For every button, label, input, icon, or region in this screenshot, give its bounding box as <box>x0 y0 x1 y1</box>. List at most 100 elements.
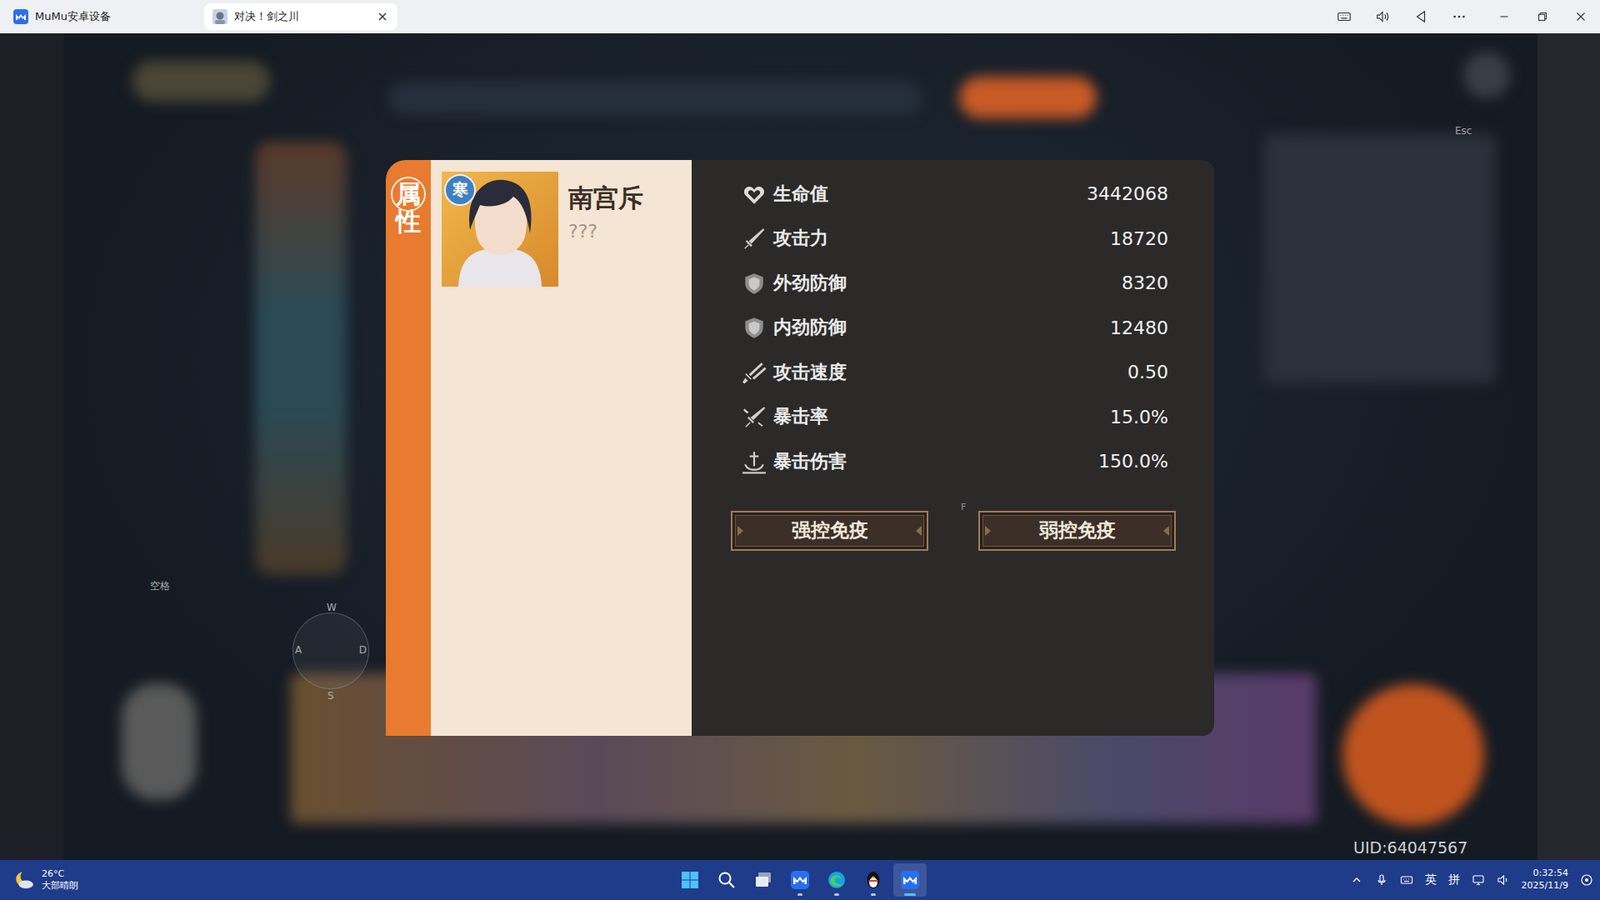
double-sword-icon <box>741 360 767 385</box>
menu-key-hint: Esc <box>1455 125 1472 137</box>
stat-row: 攻击力 18720 <box>741 216 1169 262</box>
qq-penguin-icon <box>863 870 884 890</box>
temperature: 26°C <box>41 868 79 880</box>
hero-portrait: 寒 <box>441 171 559 287</box>
volume-icon[interactable] <box>1496 873 1510 887</box>
movement-joystick[interactable]: WADS <box>292 612 370 690</box>
show-hidden-icons-icon[interactable] <box>1350 873 1364 887</box>
taskbar-app[interactable] <box>673 863 707 897</box>
tab-label: 对决！剑之川 <box>234 9 371 25</box>
microphone-icon[interactable] <box>1375 873 1389 887</box>
mumu-app-icon <box>900 870 920 890</box>
close-window-button[interactable] <box>1561 0 1600 34</box>
more-button[interactable] <box>1440 0 1479 34</box>
running-indicator <box>797 893 803 896</box>
stat-value: 15.0% <box>835 406 1169 428</box>
immunity-button[interactable]: 弱控免疫 <box>978 510 1176 551</box>
stat-label: 攻击速度 <box>773 360 847 385</box>
hero-card: 寒南宫斥??? <box>430 160 692 736</box>
mumu-logo-icon <box>13 9 29 25</box>
restore-icon <box>1535 9 1550 25</box>
stat-row: 生命值 3442068 <box>741 171 1169 217</box>
game-view: 属性寒南宫斥???生命值3442068攻击力18720外劲防御8320内劲防御1… <box>63 33 1538 860</box>
shield-icon <box>741 315 767 340</box>
stat-label: 内劲防御 <box>773 315 847 340</box>
taskbar-app[interactable] <box>746 863 780 897</box>
minimize-icon <box>1496 9 1512 25</box>
keyboard-icon <box>1336 9 1352 25</box>
stat-value: 18720 <box>835 228 1169 250</box>
blurred-info-panel <box>1263 133 1497 384</box>
window-tab[interactable]: 对决！剑之川 <box>204 3 398 30</box>
notification-icon[interactable] <box>1580 873 1594 887</box>
touch-keyboard-icon[interactable] <box>1400 873 1414 887</box>
input-language[interactable]: 英 <box>1425 872 1437 888</box>
key-right: D <box>359 644 367 656</box>
stat-value: 3442068 <box>835 183 1169 205</box>
title-bar: MuMu安卓设备 对决！剑之川 <box>0 0 1600 34</box>
blurred-orange-button <box>959 76 1097 119</box>
running-indicator <box>904 893 916 896</box>
blurred-logo <box>132 60 270 102</box>
blurred-hero-list <box>255 141 347 575</box>
stat-label: 暴击率 <box>773 404 829 430</box>
window-tab[interactable]: MuMu安卓设备 <box>0 3 205 30</box>
taskbar-app[interactable] <box>893 863 927 897</box>
interact-key-hint: F <box>960 501 966 513</box>
restore-button[interactable] <box>1523 0 1562 34</box>
shield-icon <box>741 270 767 296</box>
stat-label: 外劲防御 <box>773 270 847 296</box>
taskbar: 26°C大部晴朗 英拼 0:32:542025/11/9 <box>0 860 1600 900</box>
stat-row: 外劲防御8320 <box>741 260 1169 306</box>
blurred-start-button <box>1342 684 1485 826</box>
blurred-nav-bar <box>388 81 922 115</box>
back-button[interactable] <box>1401 0 1440 34</box>
input-mode[interactable]: 拼 <box>1448 872 1460 888</box>
stat-label: 攻击力 <box>773 225 829 251</box>
stat-value: 150.0% <box>853 450 1169 472</box>
keyboard-button[interactable] <box>1325 0 1364 34</box>
emulator-area: 属性寒南宫斥???生命值3442068攻击力18720外劲防御8320内劲防御1… <box>0 33 1600 860</box>
stat-label: 生命值 <box>773 181 829 207</box>
blurred-portrait <box>121 683 197 800</box>
right-border <box>1537 33 1600 860</box>
stat-row: 攻击速度 0.50 <box>741 350 1169 395</box>
stat-value: 0.50 <box>853 361 1169 383</box>
more-dots-icon <box>1451 9 1467 25</box>
speaker-icon <box>1375 9 1390 25</box>
anchor-icon <box>741 449 767 475</box>
weather-condition: 大部晴朗 <box>41 880 79 892</box>
clock[interactable]: 0:32:542025/11/9 <box>1521 867 1569 893</box>
attribute-side-tab[interactable]: 属性 <box>385 160 431 736</box>
immunity-button[interactable]: 强控免疫 <box>730 510 929 551</box>
game-avatar-icon <box>212 9 228 25</box>
stat-row: 内劲防御12480 <box>741 305 1169 351</box>
side-tab-label: 属性 <box>395 180 421 235</box>
moon-cloud-icon <box>13 869 35 891</box>
taskbar-app[interactable] <box>783 863 817 897</box>
close-icon <box>1573 9 1589 25</box>
mumu-app-icon <box>790 870 810 890</box>
taskbar-app[interactable] <box>820 863 854 897</box>
blurred-menu-button <box>1463 51 1510 99</box>
stat-row: 暴击伤害 150.0% <box>741 439 1169 485</box>
back-triangle-icon <box>1413 9 1429 25</box>
sword-icon <box>741 225 767 251</box>
screen: MuMu安卓设备 对决！剑之川属性寒南宫斥??? 生命值 3442068 攻击力 1872… <box>0 0 1600 900</box>
clock-time: 0:32:54 <box>1533 867 1569 880</box>
volume-button[interactable] <box>1363 0 1402 34</box>
taskbar-app[interactable] <box>856 863 890 897</box>
left-border <box>0 33 64 860</box>
task-view-icon <box>753 870 774 890</box>
close-tab-icon[interactable] <box>377 11 388 22</box>
attribute-dialog: 属性寒南宫斥???生命值3442068攻击力18720外劲防御8320内劲防御1… <box>385 160 1215 736</box>
clock-date: 2025/11/9 <box>1521 880 1569 893</box>
weather-widget[interactable]: 26°C大部晴朗 <box>13 868 79 893</box>
running-indicator <box>834 893 840 896</box>
network-icon[interactable] <box>1471 873 1485 887</box>
stat-row: 暴击率 15.0% <box>741 395 1169 440</box>
taskbar-app[interactable] <box>710 863 744 897</box>
hero-title: ??? <box>568 220 644 242</box>
minimize-button[interactable] <box>1485 0 1524 34</box>
stat-label: 暴击伤害 <box>773 449 847 475</box>
